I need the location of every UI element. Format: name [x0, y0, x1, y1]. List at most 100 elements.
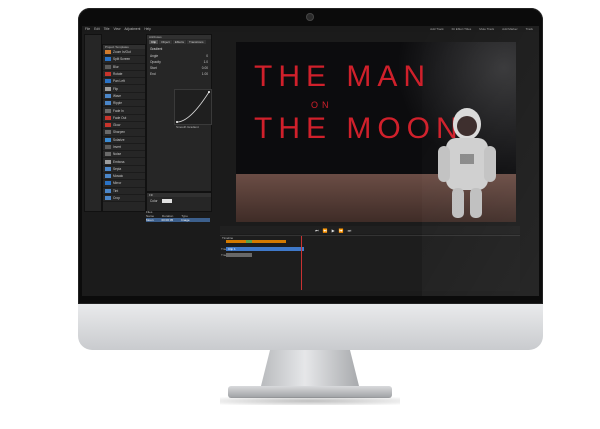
menu-title[interactable]: Title: [104, 27, 110, 31]
play-icon[interactable]: ▶: [332, 228, 335, 233]
monitor-chin: [78, 304, 543, 350]
project-item-label: Blur: [113, 64, 119, 69]
project-item[interactable]: Zoom In/Out: [103, 49, 145, 57]
title-line-1: THE MAN: [254, 60, 431, 93]
template-thumbnail: [105, 108, 111, 113]
template-thumbnail: [105, 115, 111, 120]
template-thumbnail: [105, 57, 111, 62]
template-thumbnail: [105, 93, 111, 98]
project-item[interactable]: Blur: [103, 64, 145, 71]
files-panel: Files Name Duration Type Moon 00:00:05 I…: [146, 210, 210, 222]
title-line-2: ON: [311, 100, 333, 110]
menu-adjustment[interactable]: Adjustment: [124, 27, 140, 31]
project-item[interactable]: Tint: [103, 188, 145, 195]
project-item[interactable]: Pan Left: [103, 78, 145, 86]
template-thumbnail: [105, 159, 111, 164]
project-panel: Project Templates Zoom In/Out Split Scree…: [102, 44, 146, 212]
project-item-label: Fade In: [113, 108, 124, 113]
project-item[interactable]: Split Screen: [103, 56, 145, 64]
project-item-label: Fade Out: [113, 115, 127, 120]
screen: File Edit Title View Adjustment Help Add…: [82, 26, 539, 296]
timeline-playhead[interactable]: [301, 236, 302, 290]
fill-panel: Fill Color: [146, 192, 212, 212]
project-item-list: Zoom In/Out Split Screen Blur Rotate Pan Lef…: [103, 49, 145, 203]
project-item[interactable]: Sepia: [103, 166, 145, 174]
project-item[interactable]: Glow: [103, 122, 145, 130]
project-item[interactable]: Fade In: [103, 107, 145, 115]
template-thumbnail: [105, 50, 111, 55]
track-clip-2[interactable]: [226, 253, 252, 257]
fill-color-swatch[interactable]: [161, 199, 172, 204]
project-item-label: Crop: [113, 196, 120, 201]
project-item-label: Pan Left: [113, 79, 125, 84]
project-item[interactable]: Rotate: [103, 71, 145, 79]
project-item-label: Split Screen: [113, 57, 131, 62]
project-item[interactable]: Emboss: [103, 158, 145, 166]
template-thumbnail: [105, 188, 111, 193]
project-item[interactable]: Ripple: [103, 100, 145, 108]
project-item-label: Ripple: [113, 101, 123, 106]
project-item[interactable]: Mirror: [103, 180, 145, 188]
add-track-button[interactable]: Add Track: [430, 27, 444, 31]
skip-back-icon[interactable]: ⏮: [315, 228, 319, 233]
template-thumbnail: [105, 196, 111, 201]
video-preview: THE MAN ON THE MOON: [236, 42, 516, 222]
project-item-label: Zoom In/Out: [113, 50, 131, 55]
template-thumbnail: [105, 145, 111, 149]
project-item[interactable]: Sharpen: [103, 129, 145, 137]
template-thumbnail: [105, 181, 111, 186]
fill-label: Color: [150, 199, 158, 203]
project-item[interactable]: Wave: [103, 93, 145, 101]
tab-object[interactable]: Object: [159, 40, 172, 44]
project-item-label: Emboss: [113, 159, 125, 164]
timeline-ruler[interactable]: [226, 240, 286, 243]
project-item-label: Noise: [113, 152, 122, 157]
project-item[interactable]: Mosaic: [103, 173, 145, 181]
project-item[interactable]: Fade Out: [103, 115, 145, 122]
template-thumbnail: [105, 79, 111, 84]
project-item[interactable]: Solarize: [103, 137, 145, 144]
template-thumbnail: [105, 123, 111, 128]
preview-controls-row: [220, 226, 520, 234]
project-item-label: Tint: [113, 188, 119, 193]
tab-transitions[interactable]: Transitions: [186, 40, 206, 44]
gradient-curve-editor[interactable]: [174, 89, 212, 125]
menu-help[interactable]: Help: [144, 27, 151, 31]
menu-edit[interactable]: Edit: [94, 27, 100, 31]
tab-effects[interactable]: Effects: [172, 40, 186, 44]
project-item-label: Flip: [113, 86, 119, 91]
menu-view[interactable]: View: [114, 27, 121, 31]
fit-effect-titles-button[interactable]: Fit Effect Titles: [452, 27, 472, 31]
template-thumbnail: [105, 137, 111, 142]
rewind-icon[interactable]: ⏪: [323, 228, 328, 233]
left-tree-panel: [84, 34, 102, 212]
project-item[interactable]: Noise: [103, 151, 145, 159]
playback-controls: ⏮ ⏪ ▶ ⏩ ⏭: [315, 228, 351, 233]
skip-forward-icon[interactable]: ⏭: [348, 228, 352, 233]
project-item-label: Wave: [113, 93, 122, 98]
template-thumbnail: [105, 130, 111, 135]
fast-forward-icon[interactable]: ⏩: [339, 228, 344, 233]
menu-file[interactable]: File: [85, 27, 90, 31]
field-end[interactable]: End 1.00: [147, 71, 211, 77]
tab-clip[interactable]: Clip: [149, 40, 159, 44]
files-row[interactable]: Moon 00:00:05 Image: [146, 218, 210, 222]
project-item[interactable]: Invert: [103, 144, 145, 152]
timeline-panel: Timeline Track 1 Track 2 Clip 1: [220, 235, 520, 291]
project-item-label: Solarize: [113, 137, 125, 142]
project-item-label: Glow: [113, 123, 121, 128]
project-item[interactable]: Flip: [103, 85, 145, 93]
add-marker-button[interactable]: Add Marker: [502, 27, 518, 31]
stand-shadow: [220, 397, 400, 405]
mute-track-button[interactable]: Mute Track: [479, 27, 494, 31]
smooth-gradient-checkbox[interactable]: Smooth Gradient: [176, 125, 199, 129]
template-thumbnail: [105, 174, 111, 179]
project-item[interactable]: Crop: [103, 195, 145, 203]
track-button[interactable]: Track: [526, 27, 533, 31]
template-thumbnail: [105, 101, 111, 106]
project-item-label: Sepia: [113, 166, 122, 171]
gradient-section-title: Gradient: [150, 47, 163, 51]
project-item-label: Invert: [113, 145, 121, 149]
timeline-marker[interactable]: [246, 240, 252, 243]
track-clip[interactable]: Clip 1: [226, 247, 304, 251]
